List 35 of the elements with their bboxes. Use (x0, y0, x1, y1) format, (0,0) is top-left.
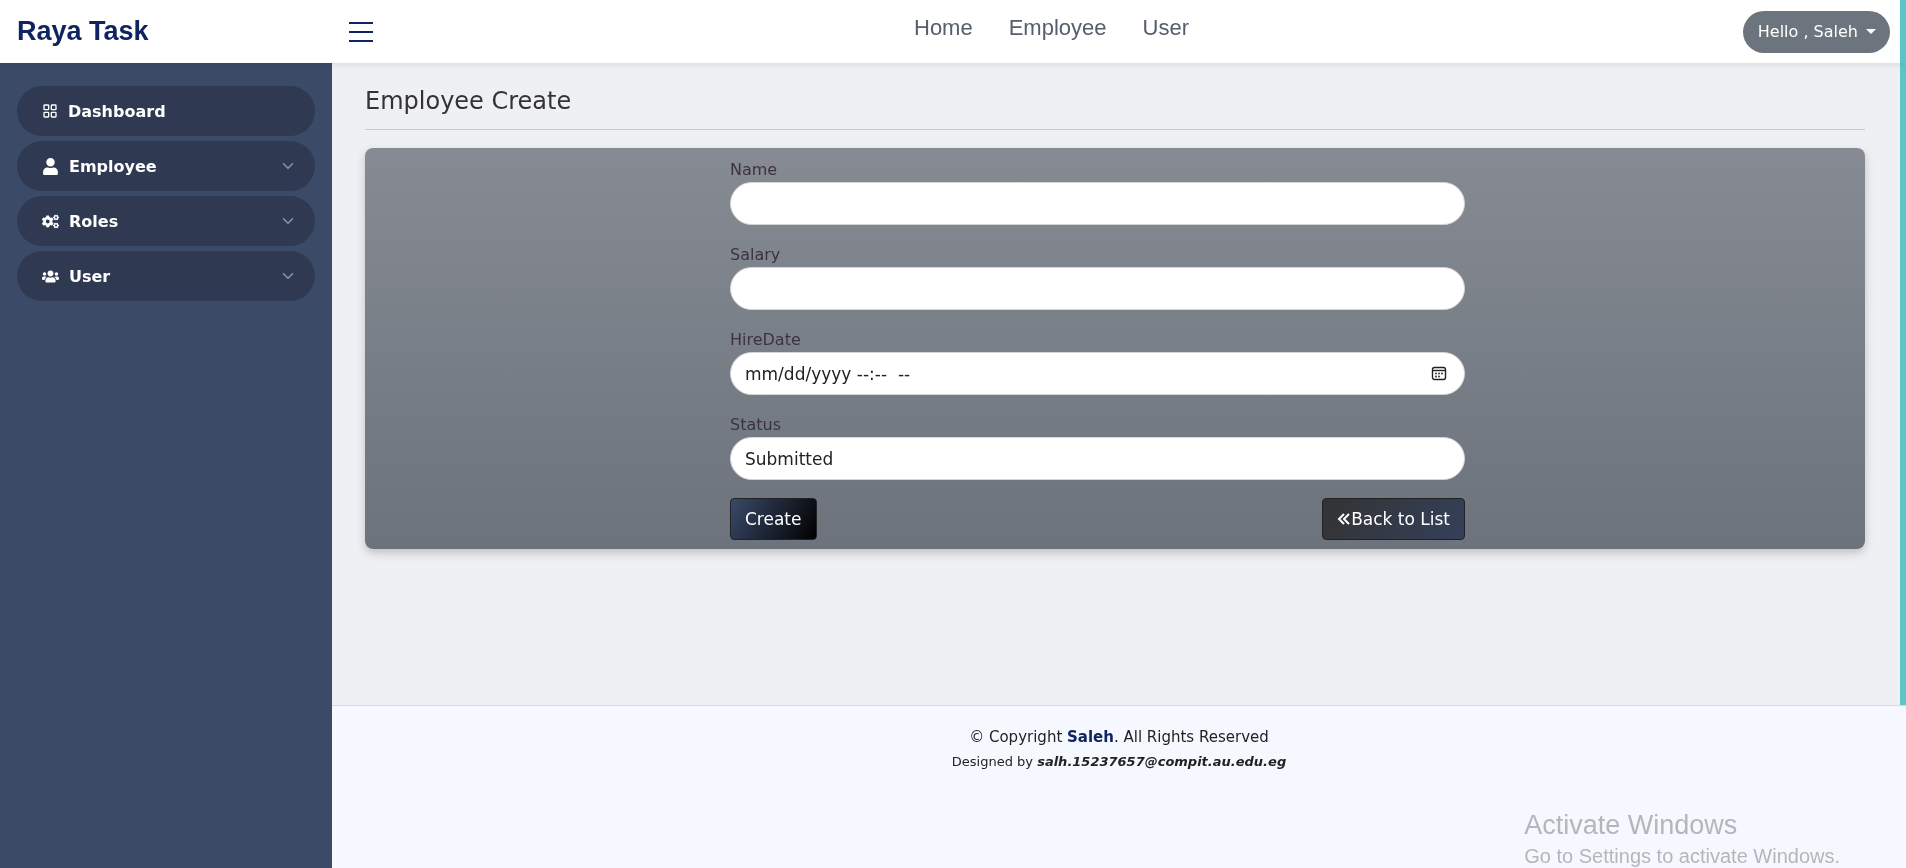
date-field[interactable]: mm/dd/yyyy --:-- -- (730, 352, 1465, 395)
footer-text: © Copyright Saleh. All Rights Reserved (969, 728, 1269, 746)
sidebar-item[interactable]: Roles (17, 196, 315, 246)
input-field[interactable]: Submitted (730, 437, 1465, 480)
field-label: Name (730, 160, 779, 179)
menu-icon[interactable] (348, 20, 374, 43)
footer-text: Designed by salh.15237657@compit.au.edu.eg (951, 754, 1287, 769)
nav-link[interactable]: Employee (1008, 14, 1107, 41)
caret-icon (1866, 29, 1876, 34)
field-label: HireDate (730, 330, 802, 349)
sidebar-label: Roles (69, 211, 120, 231)
gears-icon (42, 212, 59, 230)
nav-link[interactable]: User (1142, 14, 1189, 41)
field-label: Salary (730, 245, 782, 264)
field-label: Status (730, 415, 782, 434)
app-brand[interactable]: Raya Task (0, 16, 332, 47)
calendar-icon[interactable] (1431, 365, 1447, 381)
input-field[interactable] (730, 267, 1465, 310)
activation-text: Go to Settings to activate Windows. (1524, 845, 1840, 868)
grid-icon (42, 103, 58, 119)
sidebar-label: Dashboard (68, 101, 167, 121)
double-chevron-icon (1337, 512, 1352, 526)
sidebar-item[interactable]: User (17, 251, 315, 301)
sidebar-item[interactable]: Employee (17, 141, 315, 191)
input-field[interactable] (730, 182, 1465, 225)
sidebar-item[interactable]: Dashboard (17, 86, 315, 136)
nav-link[interactable]: Home (914, 14, 973, 41)
sidebar-label: User (69, 266, 112, 286)
user-menu-button[interactable]: Hello , Saleh (1742, 10, 1890, 53)
page-title: Employee Create (365, 83, 1865, 130)
sidebar-label: Employee (69, 156, 158, 176)
person-icon (42, 157, 59, 175)
create-button[interactable]: Create (730, 498, 817, 540)
activation-title: Activate Windows (1524, 810, 1739, 841)
back-button[interactable]: Back to List (1322, 498, 1465, 540)
